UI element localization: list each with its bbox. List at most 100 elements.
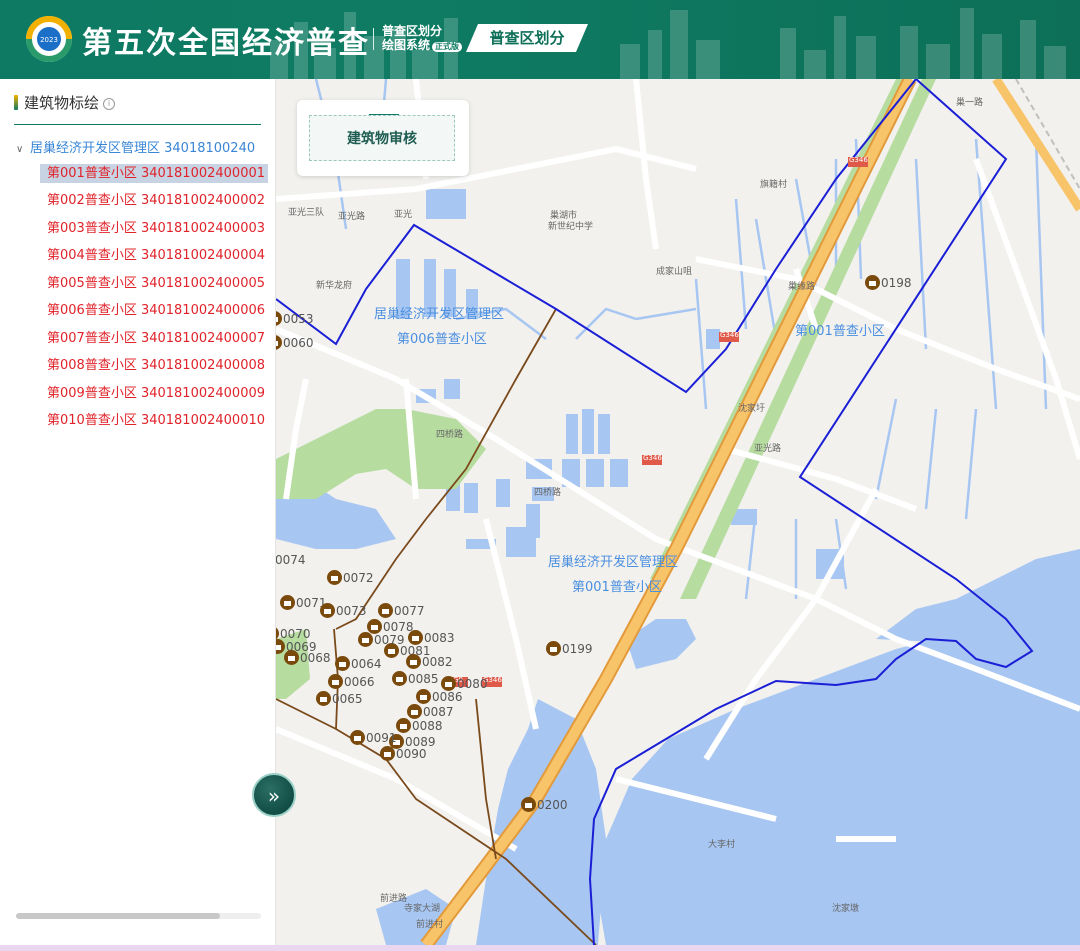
- expand-panel-button[interactable]: »: [252, 773, 296, 817]
- building-icon: [358, 632, 373, 647]
- tree-item-002[interactable]: 第002普查小区 340181002400002: [40, 191, 268, 210]
- building-icon: [276, 626, 279, 641]
- building-icon: [392, 671, 407, 686]
- road-label: 四桥路: [436, 430, 464, 440]
- version-badge: 正式版: [432, 42, 463, 52]
- railway: [1015, 79, 1080, 190]
- subtitle-line2: 绘图系统 正式版: [382, 38, 463, 52]
- building-icon: [320, 603, 335, 618]
- module-tab-zone-division[interactable]: 普查区划分: [466, 24, 588, 52]
- building-icon: [280, 595, 295, 610]
- tree-item-003[interactable]: 第003普查小区 340181002400003: [40, 219, 268, 238]
- tree-item-001[interactable]: 第001普查小区 340181002400001: [40, 164, 269, 183]
- building-icon: [546, 641, 561, 656]
- building-marker[interactable]: 0082: [406, 654, 453, 670]
- road-shield-label: G346: [720, 331, 739, 339]
- place-label: 沈家圩: [738, 404, 766, 414]
- panel-title: 建筑物标绘 i: [14, 92, 116, 113]
- building-icon: [396, 718, 411, 733]
- region-label: 第001普查小区: [572, 580, 662, 595]
- title-bar-icon: [14, 95, 18, 110]
- building-marker[interactable]: 0053: [276, 311, 314, 327]
- place-label: 旗籍村: [760, 180, 788, 190]
- place-label: 亚光三队: [288, 208, 325, 218]
- bottom-status-strip: [0, 945, 1080, 951]
- sidebar: 建筑物标绘 i ∨ 居巢经济开发区管理区 34018100240 第001普查小区 …: [0, 79, 276, 945]
- building-marker[interactable]: 0070: [276, 626, 311, 642]
- building-icon: [350, 730, 365, 745]
- map-canvas[interactable]: G346 G346 G346 G346 G0 亚光三队 亚光路 亚光 巢湖市 新…: [276, 79, 1080, 945]
- building-marker[interactable]: 0060: [276, 335, 314, 351]
- building-icon: [276, 335, 282, 350]
- building-icon: [865, 275, 880, 290]
- place-label: 新华龙府: [316, 281, 353, 291]
- chevron-down-icon[interactable]: ∨: [16, 144, 30, 155]
- place-label: 前进村: [416, 920, 444, 930]
- building-icon: [276, 311, 282, 326]
- building-marker[interactable]: 0068: [284, 650, 331, 666]
- building-marker[interactable]: 0072: [327, 570, 374, 586]
- road-label: 四桥路: [534, 488, 562, 498]
- building-marker[interactable]: 0074: [276, 552, 306, 568]
- census-logo-icon: 2023: [26, 16, 72, 62]
- building-marker[interactable]: 0090: [380, 746, 427, 762]
- building-icon: [316, 691, 331, 706]
- building-marker[interactable]: 0085: [392, 671, 439, 687]
- building-icon: [328, 674, 343, 689]
- road-shield-label: G346: [849, 156, 868, 164]
- building-icon: [335, 656, 350, 671]
- tree-item-010[interactable]: 第010普查小区 340181002400010: [40, 411, 268, 430]
- tree-item-006[interactable]: 第006普查小区 340181002400006: [40, 301, 268, 320]
- review-card: 建筑物审核: [297, 100, 469, 176]
- building-marker[interactable]: 0064: [335, 656, 382, 672]
- building-marker[interactable]: 0065: [316, 691, 363, 707]
- horizontal-scrollbar[interactable]: [16, 913, 261, 919]
- svg-text:2023: 2023: [40, 36, 58, 44]
- tree-root-node[interactable]: ∨ 居巢经济开发区管理区 34018100240: [16, 137, 255, 156]
- road-label: 亚光路: [754, 444, 782, 454]
- tree-item-005[interactable]: 第005普查小区 340181002400005: [40, 274, 268, 293]
- scrollbar-thumb[interactable]: [16, 913, 220, 919]
- building-review-button[interactable]: 建筑物审核: [309, 115, 455, 161]
- tree-item-007[interactable]: 第007普查小区 340181002400007: [40, 329, 268, 348]
- app-header: 2023 第五次全国经济普查 普查区划分 绘图系统 正式版 普查区划分: [0, 0, 1080, 79]
- region-label: 居巢经济开发区管理区: [374, 307, 505, 322]
- place-label: 亚光: [394, 210, 413, 220]
- road-label: 巢一路: [956, 98, 984, 108]
- region-label: 第006普查小区: [397, 332, 487, 347]
- building-marker[interactable]: 0200: [521, 797, 568, 813]
- place-label: 大李村: [708, 840, 736, 850]
- building-marker[interactable]: 0088: [396, 718, 443, 734]
- road-label: 前进路: [380, 894, 408, 904]
- region-label: 居巢经济开发区管理区: [548, 555, 679, 570]
- title-divider: [373, 28, 374, 50]
- building-icon: [416, 689, 431, 704]
- building-icon: [521, 797, 536, 812]
- building-marker[interactable]: 0073: [320, 603, 367, 619]
- info-icon[interactable]: i: [103, 98, 116, 110]
- app-subtitle: 普查区划分 绘图系统 正式版: [382, 24, 463, 52]
- tree-item-009[interactable]: 第009普查小区 340181002400009: [40, 384, 268, 403]
- building-marker[interactable]: 0199: [546, 641, 593, 657]
- place-label: 新世纪中学: [548, 222, 594, 232]
- subtitle-line1: 普查区划分: [382, 24, 443, 38]
- place-label: 成家山咀: [656, 267, 693, 277]
- building-icon: [406, 654, 421, 669]
- building-marker[interactable]: 0066: [328, 674, 375, 690]
- building-marker[interactable]: 0077: [378, 603, 425, 619]
- place-label: 寺家大湖: [404, 904, 441, 914]
- app-title: 第五次全国经济普查: [82, 26, 370, 61]
- building-icon: [327, 570, 342, 585]
- building-marker[interactable]: 0091: [350, 730, 397, 746]
- building-marker[interactable]: 0086: [416, 689, 463, 705]
- road-shield-label: G346: [643, 454, 662, 462]
- panel-divider: [14, 124, 261, 125]
- building-marker[interactable]: 0198: [865, 275, 912, 291]
- zone-tree: ∨ 居巢经济开发区管理区 34018100240 第001普查小区 3401810…: [0, 137, 275, 927]
- road-label: 亚光路: [338, 212, 366, 222]
- building-icon: [380, 746, 395, 761]
- tree-item-004[interactable]: 第004普查小区 340181002400004: [40, 246, 268, 265]
- road-label: 巢缘路: [788, 282, 816, 292]
- tree-item-008[interactable]: 第008普查小区 340181002400008: [40, 356, 268, 375]
- building-marker[interactable]: 0079: [358, 632, 405, 648]
